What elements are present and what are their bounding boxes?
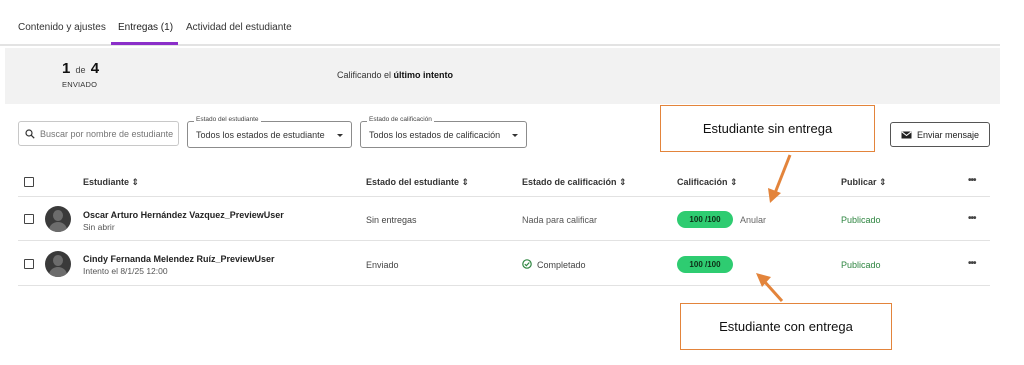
arrow-icon — [768, 154, 792, 203]
arrow-icon — [756, 273, 784, 303]
annotation-arrows — [756, 154, 792, 303]
